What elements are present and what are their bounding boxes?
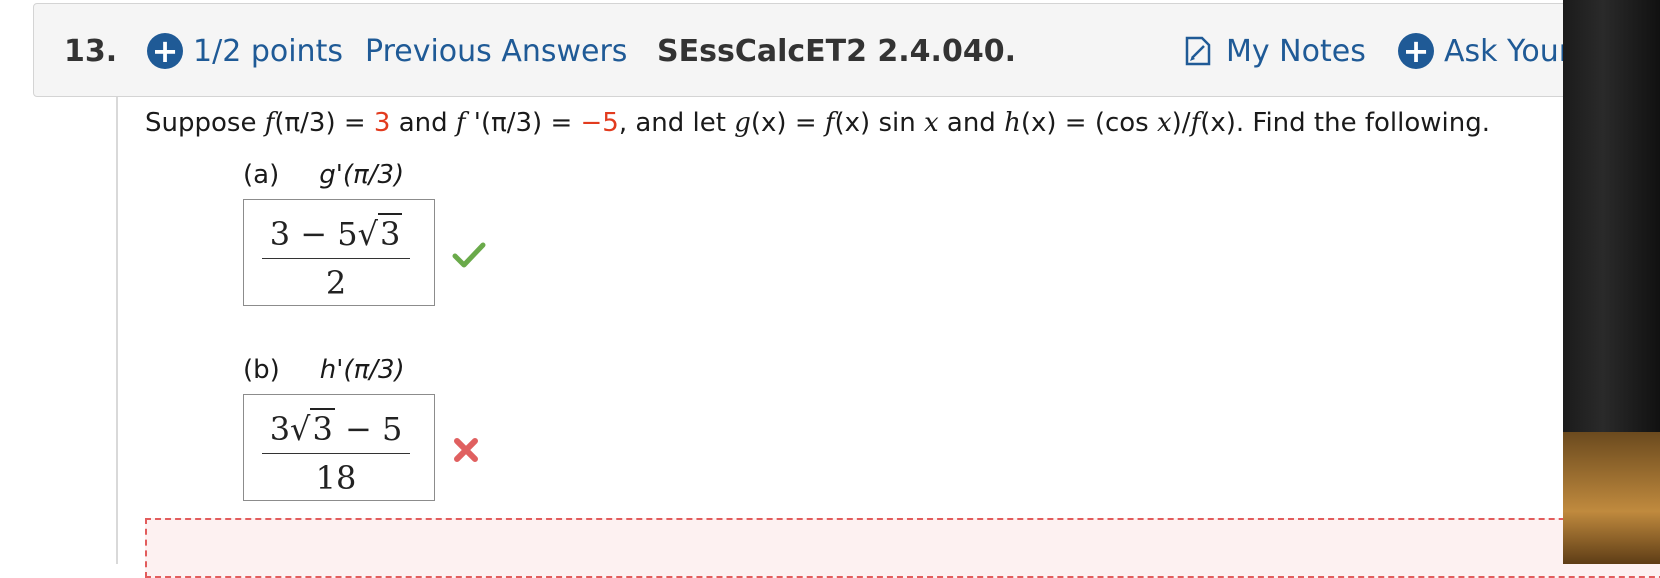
part-a-answer-field[interactable]: 3 − 5√3 2 <box>243 199 435 306</box>
part-b-answer-field[interactable]: 3√3 − 5 18 <box>243 394 435 501</box>
part-b-label: (b) h'(π/3) <box>243 355 405 385</box>
part-b-expression: h'(π/3) <box>319 355 405 385</box>
given-fprime-value: −5 <box>580 108 619 138</box>
my-notes-label: My Notes <box>1226 33 1366 69</box>
plus-circle-icon: + <box>147 33 183 69</box>
content-left-rule <box>116 97 118 564</box>
part-b-denominator: 18 <box>315 459 357 497</box>
part-a-numerator: 3 − 5√3 <box>269 213 403 253</box>
cross-icon <box>454 438 478 462</box>
part-a-denominator: 2 <box>325 264 347 302</box>
points-link[interactable]: + 1/2 points <box>147 4 343 98</box>
plus-circle-icon: + <box>1398 33 1434 69</box>
part-a-fraction: 3 − 5√3 2 <box>262 213 410 302</box>
part-b-fraction: 3√3 − 5 18 <box>262 408 410 497</box>
part-a-label: (a) g'(π/3) <box>243 160 405 190</box>
feedback-box <box>145 518 1660 578</box>
note-icon <box>1185 36 1211 66</box>
part-b-numerator: 3√3 − 5 <box>269 408 403 448</box>
background-window-edge-accent <box>1563 432 1660 564</box>
given-f-value: 3 <box>373 108 391 138</box>
fraction-bar <box>262 453 410 454</box>
points-label: 1/2 points <box>193 33 343 69</box>
check-icon <box>452 242 486 268</box>
ask-your-teacher-link[interactable]: + Ask Your <box>1398 4 1571 98</box>
fraction-bar <box>262 258 410 259</box>
ask-your-teacher-label: Ask Your <box>1444 33 1572 69</box>
previous-answers-link[interactable]: Previous Answers <box>365 4 627 98</box>
question-header: 13. + 1/2 points Previous Answers SEssCa… <box>33 3 1660 97</box>
question-number: 13. <box>64 33 118 69</box>
assignment-id: SEssCalcET2 2.4.040. <box>657 33 1016 69</box>
part-a-expression: g'(π/3) <box>319 160 405 190</box>
question-text: Suppose f(π/3) = 3 and f '(π/3) = −5, an… <box>145 108 1491 138</box>
my-notes-link[interactable]: My Notes <box>1184 4 1366 98</box>
